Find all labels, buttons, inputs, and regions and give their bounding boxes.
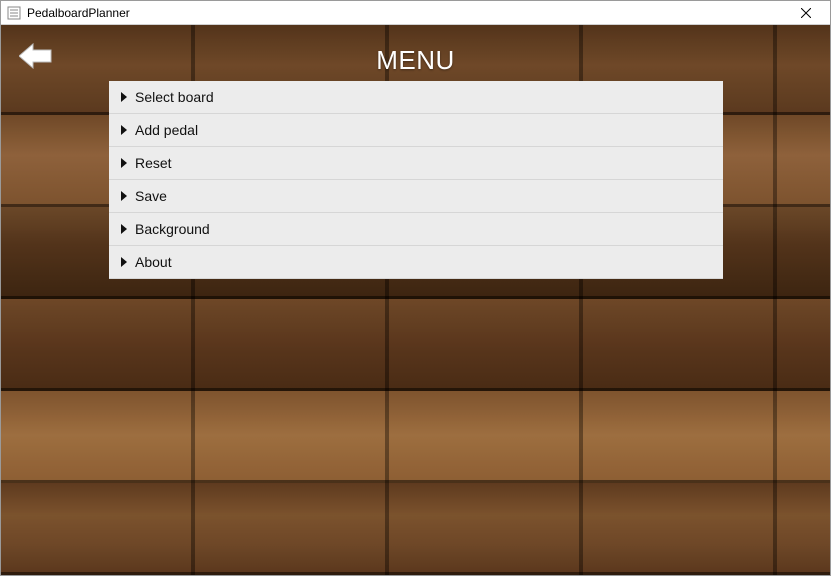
menu-item-label: About [135, 254, 172, 270]
content-area: MENU Select board Add pedal Reset [1, 25, 830, 575]
menu-item-label: Add pedal [135, 122, 198, 138]
chevron-right-icon [117, 255, 131, 269]
titlebar: PedalboardPlanner [1, 1, 830, 25]
window-close-button[interactable] [786, 2, 826, 24]
chevron-right-icon [117, 123, 131, 137]
menu-item-label: Reset [135, 155, 172, 171]
chevron-right-icon [117, 90, 131, 104]
chevron-right-icon [117, 222, 131, 236]
menu-item-label: Background [135, 221, 210, 237]
close-icon [801, 8, 811, 18]
chevron-right-icon [117, 156, 131, 170]
chevron-right-icon [117, 189, 131, 203]
app-icon [7, 6, 21, 20]
app-window: PedalboardPlanner MENU Select board [0, 0, 831, 576]
menu-item-save[interactable]: Save [109, 180, 723, 213]
menu-item-label: Select board [135, 89, 214, 105]
titlebar-left: PedalboardPlanner [7, 6, 130, 20]
menu-item-add-pedal[interactable]: Add pedal [109, 114, 723, 147]
window-title: PedalboardPlanner [27, 6, 130, 20]
menu-item-about[interactable]: About [109, 246, 723, 279]
menu-item-label: Save [135, 188, 167, 204]
menu-item-select-board[interactable]: Select board [109, 81, 723, 114]
menu-heading: MENU [1, 45, 830, 76]
menu-item-reset[interactable]: Reset [109, 147, 723, 180]
menu-panel: Select board Add pedal Reset Save [109, 81, 723, 279]
menu-item-background[interactable]: Background [109, 213, 723, 246]
